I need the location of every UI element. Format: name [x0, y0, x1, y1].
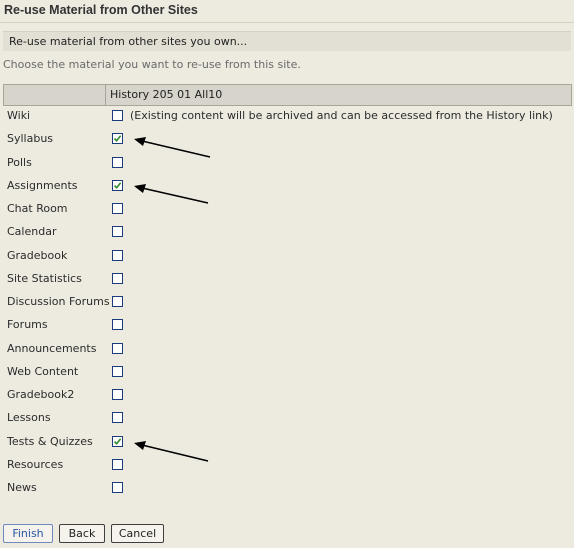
tool-checkbox[interactable]: [112, 482, 123, 493]
tool-label: Lessons: [7, 411, 51, 425]
tool-label: Discussion Forums: [7, 295, 110, 308]
tool-checkbox[interactable]: [112, 389, 123, 400]
tool-checkbox[interactable]: [112, 249, 123, 261]
tool-checkbox[interactable]: [112, 179, 123, 191]
tool-label: Calendar: [7, 225, 57, 239]
section-bar: Re-use material from other sites you own…: [3, 31, 571, 51]
tool-checkbox[interactable]: [112, 458, 123, 470]
tool-label: Polls: [7, 155, 32, 169]
tool-row: Lessons: [0, 409, 574, 429]
tool-row: Web Content: [0, 363, 574, 383]
tool-label: Resources: [7, 457, 64, 471]
tool-row: Resources: [0, 456, 574, 476]
tool-label: Tests & Quizzes: [7, 434, 93, 448]
tool-row: Gradebook: [0, 247, 574, 267]
page-title: Re-use Material from Other Sites: [4, 3, 198, 17]
tool-label: Forums: [7, 318, 48, 332]
tool-row: Syllabus: [0, 130, 574, 150]
tool-row: Gradebook2: [0, 386, 574, 406]
tool-checkbox[interactable]: [112, 342, 123, 354]
tool-checkbox[interactable]: [112, 365, 123, 377]
tool-checkbox[interactable]: [112, 110, 123, 121]
tool-checkbox[interactable]: [112, 272, 123, 284]
site-column-header: History 205 01 All10: [110, 88, 223, 101]
tool-label: Web Content: [7, 364, 79, 378]
tool-row: Tests & Quizzes: [0, 433, 574, 453]
tool-label: Announcements: [7, 341, 97, 355]
tool-checkbox[interactable]: [112, 296, 123, 307]
finish-button[interactable]: Finish: [3, 524, 53, 543]
section-bar-text: Re-use material from other sites you own…: [9, 35, 248, 48]
tool-checkbox[interactable]: [112, 435, 123, 447]
tool-row: Forums: [0, 316, 574, 336]
header-column-divider: [105, 85, 106, 105]
tool-label: Gradebook2: [7, 388, 75, 401]
tool-label: News: [7, 481, 37, 494]
back-button[interactable]: Back: [59, 524, 105, 543]
tool-row: Site Statistics: [0, 270, 574, 290]
tool-checkbox[interactable]: [112, 203, 123, 214]
tool-row: Wiki (Existing content will be archived a…: [0, 107, 574, 127]
tool-row: Chat Room: [0, 200, 574, 220]
tool-row: Discussion Forums: [0, 293, 574, 313]
checkmark-icon: [113, 437, 122, 445]
checkmark-icon: [113, 182, 122, 189]
cancel-button[interactable]: Cancel: [111, 524, 164, 543]
tool-row: Polls: [0, 154, 574, 174]
tool-checkbox[interactable]: [112, 319, 123, 331]
tool-label: Site Statistics: [7, 271, 82, 285]
tool-checkbox[interactable]: [112, 226, 123, 238]
table-header-row: History 205 01 All10: [3, 84, 572, 106]
tool-row: Assignments: [0, 177, 574, 197]
tool-label: Syllabus: [7, 132, 54, 146]
title-divider: [0, 22, 574, 23]
checkmark-icon: [113, 135, 122, 143]
tool-label: Assignments: [7, 178, 78, 192]
instructions-text: Choose the material you want to re-use f…: [3, 58, 301, 71]
tool-checkbox[interactable]: [112, 412, 123, 424]
tool-label: Wiki: [7, 109, 31, 122]
tool-note: (Existing content will be archived and c…: [130, 109, 553, 122]
tool-row: Announcements: [0, 340, 574, 360]
tool-row: Calendar: [0, 223, 574, 243]
tool-row: News: [0, 479, 574, 499]
tool-checkbox[interactable]: [112, 156, 123, 168]
tool-label: Chat Room: [7, 202, 68, 215]
tool-label: Gradebook: [7, 248, 68, 262]
tool-checkbox[interactable]: [112, 133, 123, 145]
